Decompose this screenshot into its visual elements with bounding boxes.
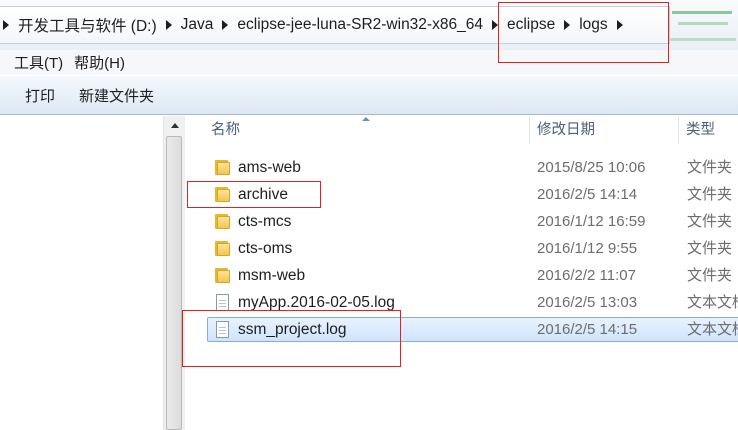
breadcrumb-chevron-icon[interactable] (222, 20, 229, 30)
breadcrumb-chevron-icon[interactable] (3, 20, 9, 30)
file-name[interactable]: msm-web (238, 262, 305, 289)
breadcrumb: 开发工具与软件 (D:) Java eclipse-jee-luna-SR2-w… (0, 6, 624, 44)
folder-row[interactable]: cts-mcs 2016/1/12 16:59 文件夹 (186, 208, 738, 235)
file-name[interactable]: ams-web (238, 154, 301, 181)
breadcrumb-chevron-icon[interactable] (491, 20, 498, 30)
file-type: 文件夹 (687, 267, 733, 284)
menu-tools[interactable]: 工具(T) (0, 52, 70, 73)
menu-help[interactable]: 帮助(H) (70, 52, 132, 73)
file-type: 文件夹 (687, 186, 733, 203)
folder-icon (214, 240, 231, 257)
file-type: 文本文档 (687, 294, 738, 311)
row-icon (214, 321, 231, 338)
breadcrumb-item-logs[interactable]: logs (571, 16, 615, 34)
file-type: 文件夹 (687, 159, 733, 176)
breadcrumb-chevron-icon[interactable] (564, 20, 571, 30)
breadcrumb-item-eclipse-jee[interactable]: eclipse-jee-luna-SR2-win32-x86_64 (229, 16, 491, 34)
row-icon (214, 213, 231, 230)
file-name[interactable]: cts-oms (238, 235, 292, 262)
column-header-name[interactable]: 名称 (211, 116, 240, 144)
file-type: 文件夹 (687, 213, 733, 230)
new-folder-button[interactable]: 新建文件夹 (67, 85, 166, 106)
file-modified-date: 2016/1/12 9:55 (537, 240, 638, 257)
breadcrumb-chevron-icon[interactable] (616, 20, 623, 30)
navigation-pane[interactable] (0, 116, 162, 430)
breadcrumb-item-java[interactable]: Java (173, 16, 222, 34)
file-name[interactable]: ssm_project.log (238, 316, 347, 343)
column-header-date[interactable]: 修改日期 (537, 116, 595, 144)
file-name[interactable]: cts-mcs (238, 208, 291, 235)
scroll-up-arrow-icon[interactable] (171, 123, 179, 128)
breadcrumb-item-eclipse[interactable]: eclipse (499, 16, 563, 34)
folder-icon (214, 186, 231, 203)
column-divider[interactable] (529, 116, 530, 144)
background-strip (670, 0, 738, 50)
file-modified-date: 2016/2/5 14:14 (537, 186, 638, 203)
breadcrumb-chevron-icon[interactable] (165, 20, 172, 30)
address-bar: 开发工具与软件 (D:) Java eclipse-jee-luna-SR2-w… (0, 0, 738, 50)
row-icon (214, 159, 231, 176)
folder-icon (214, 267, 231, 284)
folder-row[interactable]: archive 2016/2/5 14:14 文件夹 (186, 181, 738, 208)
file-modified-date: 2015/8/25 10:06 (537, 159, 646, 176)
breadcrumb-item-drive[interactable]: 开发工具与软件 (D:) (10, 14, 165, 36)
folder-row[interactable]: ams-web 2015/8/25 10:06 文件夹 (186, 154, 738, 181)
folder-row[interactable]: cts-oms 2016/1/12 9:55 文件夹 (186, 235, 738, 262)
file-modified-date: 2016/2/5 13:03 (537, 294, 638, 311)
file-row[interactable]: myApp.2016-02-05.log 2016/2/5 13:03 文本文档 (186, 289, 738, 316)
row-icon (214, 267, 231, 284)
print-button[interactable]: 打印 (0, 85, 67, 106)
file-list: ams-web 2015/8/25 10:06 文件夹 archive 2016/2/5… (186, 154, 738, 343)
column-header-type[interactable]: 类型 (686, 116, 715, 144)
file-name[interactable]: myApp.2016-02-05.log (238, 289, 395, 316)
file-modified-date: 2016/2/5 14:15 (537, 321, 638, 338)
folder-row[interactable]: msm-web 2016/2/2 11:07 文件夹 (186, 262, 738, 289)
file-type: 文件夹 (687, 240, 733, 257)
row-icon (214, 240, 231, 257)
row-icon (214, 186, 231, 203)
file-row[interactable]: ssm_project.log 2016/2/5 14:15 文本文档 (186, 316, 738, 343)
file-modified-date: 2016/1/12 16:59 (537, 213, 646, 230)
folder-icon (214, 159, 231, 176)
row-icon (214, 294, 231, 311)
column-divider[interactable] (678, 116, 679, 144)
menu-bar: 工具(T) 帮助(H) (0, 50, 738, 75)
file-type: 文本文档 (687, 321, 738, 338)
text-file-icon (216, 321, 229, 338)
text-file-icon (216, 294, 229, 311)
scrollbar-thumb[interactable] (166, 136, 182, 430)
nav-scrollbar[interactable] (163, 116, 185, 430)
command-bar: 打印 新建文件夹 (0, 75, 738, 115)
file-modified-date: 2016/2/2 11:07 (537, 267, 636, 284)
folder-icon (214, 213, 231, 230)
column-header-row: 名称 修改日期 类型 (186, 116, 738, 144)
sort-ascending-icon (362, 117, 370, 121)
file-name[interactable]: archive (238, 181, 288, 208)
